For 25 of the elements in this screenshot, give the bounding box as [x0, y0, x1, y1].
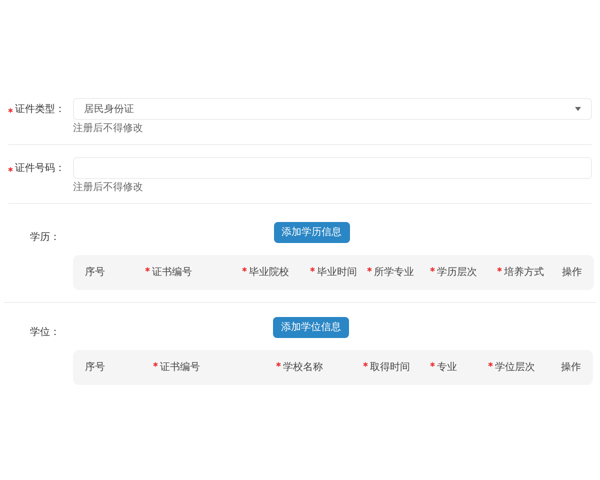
- field-hint: 注册后不得修改: [73, 122, 144, 136]
- select-field[interactable]: 居民身份证: [73, 98, 592, 120]
- column-header: 证书编号: [160, 360, 200, 375]
- column-header: 专业: [437, 360, 457, 375]
- column-header: 序号: [85, 360, 105, 375]
- dropdown-caret-icon: [575, 107, 581, 111]
- field-label: 证件类型：: [15, 102, 65, 116]
- column-header: 取得时间: [370, 360, 410, 375]
- add-button[interactable]: 添加学位信息: [273, 317, 349, 338]
- column-header: 毕业时间: [317, 266, 357, 280]
- field-label: 证件号码：: [15, 162, 65, 176]
- add-button[interactable]: 添加学历信息: [274, 222, 350, 243]
- column-header: 操作: [561, 361, 581, 375]
- column-header: 学位层次: [495, 361, 535, 375]
- column-header: 证书编号: [152, 266, 192, 280]
- column-header: 学历层次: [437, 266, 477, 280]
- section-label: 学历：: [30, 232, 60, 243]
- column-header: 序号: [85, 266, 105, 280]
- column-header: 毕业院校: [249, 266, 289, 280]
- field-hint: 注册后不得修改: [73, 180, 144, 195]
- column-header: 所学专业: [374, 266, 414, 280]
- section-label: 学位：: [30, 327, 60, 338]
- column-header: 学校名称: [283, 360, 323, 375]
- column-header: 操作: [562, 266, 582, 280]
- column-header: 培养方式: [504, 266, 544, 280]
